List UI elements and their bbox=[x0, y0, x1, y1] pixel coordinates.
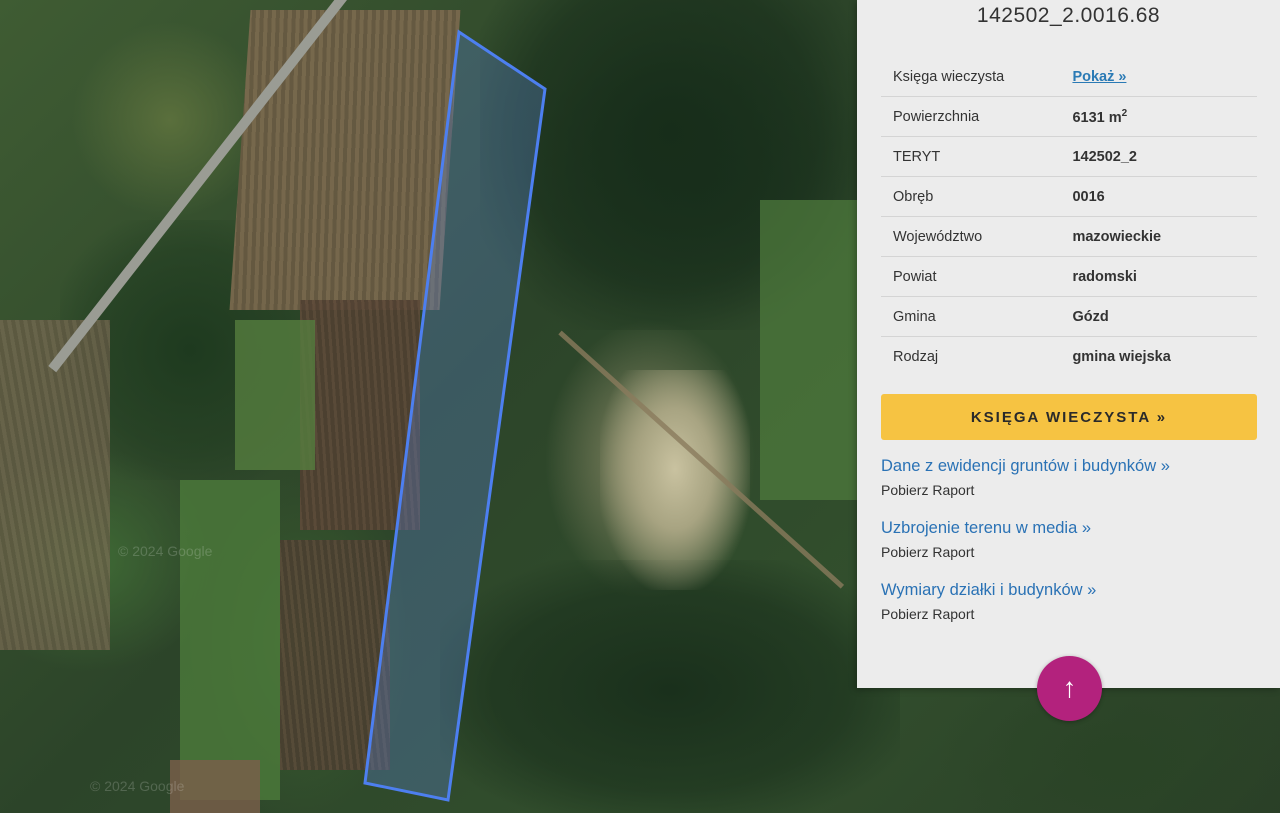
row-value: gmina wiejska bbox=[1072, 348, 1171, 365]
report-item: Uzbrojenie terenu w media » Pobierz Rapo… bbox=[881, 519, 1091, 560]
parcel-id-title: 142502_2.0016.68 bbox=[976, 4, 1161, 27]
report-link-utilities[interactable]: Uzbrojenie terenu w media » bbox=[881, 519, 1091, 538]
report-item: Wymiary działki i budynków » Pobierz Rap… bbox=[881, 581, 1096, 622]
area-unit-sup: 2 bbox=[1121, 107, 1128, 119]
row-label: Gmina bbox=[881, 296, 1063, 337]
row-label: Powierzchnia bbox=[881, 96, 1063, 137]
row-value: Gózd bbox=[1062, 296, 1257, 337]
table-row: Rodzaj gmina wiejska bbox=[881, 337, 1257, 377]
report-link-land-records[interactable]: Dane z ewidencji gruntów i budynków » bbox=[881, 457, 1170, 476]
row-value: mazowieckie bbox=[1062, 216, 1257, 257]
table-row: Obręb 0016 bbox=[881, 176, 1257, 217]
land-register-button[interactable]: KSIĘGA WIECZYSTA » bbox=[881, 394, 1257, 440]
parcel-polygon bbox=[363, 29, 547, 802]
report-download-text: Pobierz Raport bbox=[881, 606, 975, 622]
table-row: Powiat radomski bbox=[881, 256, 1257, 297]
row-label: Rodzaj bbox=[893, 348, 939, 365]
area-value: 6131 m bbox=[1072, 109, 1122, 126]
row-label: TERYT bbox=[881, 136, 1063, 177]
report-download-text: Pobierz Raport bbox=[881, 482, 975, 498]
arrow-up-icon: ↑ bbox=[1062, 672, 1077, 703]
row-value: 6131 m2 bbox=[1062, 96, 1257, 137]
row-label: Województwo bbox=[881, 216, 1063, 257]
report-item: Dane z ewidencji gruntów i budynków » Po… bbox=[881, 457, 1170, 498]
parcel-info-table: Księga wieczysta Pokaż » Powierzchnia 61… bbox=[881, 57, 1257, 376]
show-land-register-link[interactable]: Pokaż » bbox=[1072, 69, 1126, 85]
table-row: Gmina Gózd bbox=[881, 296, 1257, 337]
parcel-outline[interactable] bbox=[0, 0, 857, 813]
row-label: Powiat bbox=[881, 256, 1063, 297]
table-row: Księga wieczysta Pokaż » bbox=[881, 57, 1257, 97]
report-link-dimensions[interactable]: Wymiary działki i budynków » bbox=[881, 581, 1096, 600]
row-value: 0016 bbox=[1062, 176, 1257, 217]
scroll-to-top-button[interactable]: ↑ bbox=[1037, 656, 1102, 721]
table-row: Województwo mazowieckie bbox=[881, 216, 1257, 257]
parcel-info-panel: 142502_2.0016.68 Księga wieczysta Pokaż … bbox=[857, 0, 1280, 688]
row-label: Księga wieczysta bbox=[881, 57, 1063, 97]
row-value: 142502_2 bbox=[1062, 136, 1257, 177]
table-row: Powierzchnia 6131 m2 bbox=[881, 96, 1257, 137]
report-download-text: Pobierz Raport bbox=[881, 544, 975, 560]
row-label: Obręb bbox=[881, 176, 1063, 217]
table-row: TERYT 142502_2 bbox=[881, 136, 1257, 177]
row-value: radomski bbox=[1062, 256, 1257, 297]
